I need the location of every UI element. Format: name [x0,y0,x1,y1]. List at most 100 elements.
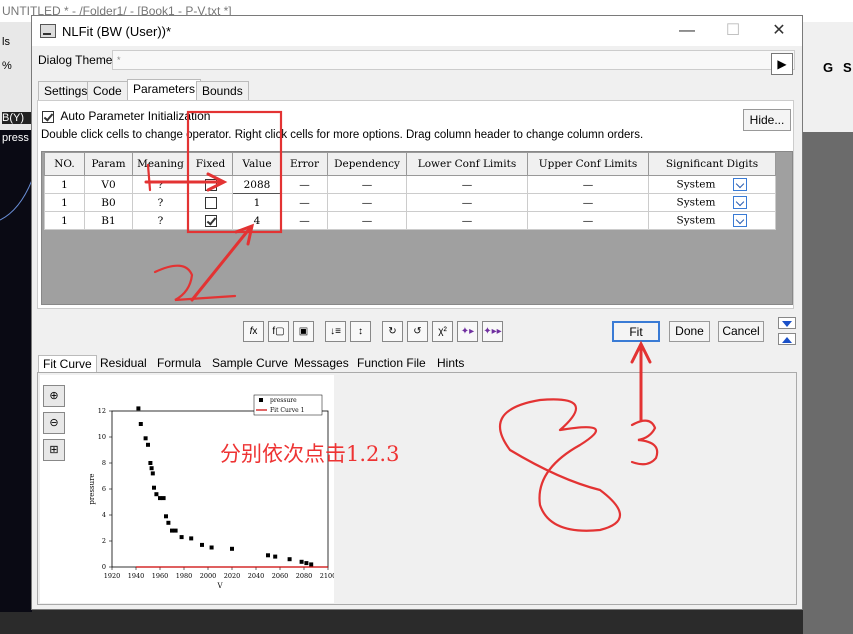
background-dark-area [803,132,853,634]
instructions-text: Double click cells to change operator. R… [41,129,644,141]
col-header-value[interactable]: Value [232,152,282,176]
legend-marker-pressure [259,398,263,402]
nlfit-dialog: NLFit (BW (User))* — ☐ ✕ Dialog Theme * … [31,15,803,610]
cell-dependency[interactable]: — [327,211,407,230]
y-axis-label: pressure [88,473,96,504]
cancel-button[interactable]: Cancel [718,321,764,342]
cell-meaning[interactable]: ? [132,211,189,230]
cell-error[interactable]: — [281,211,328,230]
cell-upper-conf[interactable]: — [527,193,649,212]
table-header-row: NO. Param Meaning Fixed Value Error Depe… [44,152,776,176]
sort-up-icon[interactable]: ↕ [350,321,371,342]
col-header-fixed[interactable]: Fixed [188,152,233,176]
cell-no[interactable]: 1 [44,193,85,212]
data-point [166,520,171,525]
cell-param[interactable]: B1 [84,211,133,230]
cell-lower-conf[interactable]: — [406,175,528,194]
fit-until-converge-icon[interactable]: ✦▸▸ [482,321,503,342]
fixed-checkbox[interactable] [204,214,217,227]
parameters-panel: Auto Parameter Initialization Double cli… [37,100,794,309]
iterate-back-icon[interactable]: ↻ [382,321,403,342]
chevron-down-icon[interactable] [733,214,748,227]
legend-label-fit: Fit Curve 1 [270,407,304,414]
dialog-titlebar: NLFit (BW (User))* — ☐ ✕ [32,16,802,46]
col-header-lower-conf[interactable]: Lower Conf Limits [406,152,528,176]
tab-fit-curve[interactable]: Fit Curve [38,355,97,373]
cell-fixed[interactable] [188,175,233,194]
cell-error[interactable]: — [281,175,328,194]
data-point [143,436,148,441]
cell-param[interactable]: B0 [84,193,133,212]
cell-value[interactable]: 1 [232,193,282,212]
cell-param[interactable]: V0 [84,175,133,194]
fx-icon[interactable]: fx [243,321,264,342]
cell-significant-digits[interactable]: System [648,211,776,230]
cell-fixed[interactable] [188,193,233,212]
tab-bounds[interactable]: Bounds [196,81,249,100]
tab-messages[interactable]: Messages [290,355,353,372]
cell-lower-conf[interactable]: — [406,211,528,230]
x-tick-label: 1940 [128,572,145,580]
y-tick-label: 2 [102,537,106,545]
fx-file-icon[interactable]: f▢ [268,321,289,342]
maximize-button[interactable]: ☐ [710,16,756,46]
tab-settings[interactable]: Settings [38,81,94,100]
tab-function-file[interactable]: Function File [353,355,430,372]
cell-significant-digits[interactable]: System [648,175,776,194]
hide-button[interactable]: Hide... [743,109,791,131]
chevron-down-icon[interactable] [733,178,748,191]
fixed-checkbox[interactable] [204,196,217,209]
auto-init-checkbox[interactable] [42,110,54,123]
step-icon[interactable]: ✦▸ [457,321,478,342]
cell-meaning[interactable]: ? [132,175,189,194]
cell-meaning[interactable]: ? [132,193,189,212]
cell-dependency[interactable]: — [327,175,407,194]
col-header-significant-digits[interactable]: Significant Digits [648,152,776,176]
triangle-down-icon [782,321,792,327]
col-header-dependency[interactable]: Dependency [327,152,407,176]
close-button[interactable]: ✕ [756,16,802,46]
zoom-out-icon[interactable]: ⊖ [43,412,65,434]
tab-residual[interactable]: Residual [96,355,151,372]
sort-down-icon[interactable]: ↓≡ [325,321,346,342]
minimize-button[interactable]: — [664,16,710,46]
cell-value[interactable]: 4 [232,211,282,230]
collapse-down-button[interactable] [778,317,796,329]
dialog-theme-select[interactable]: * [112,50,795,70]
col-header-upper-conf[interactable]: Upper Conf Limits [527,152,649,176]
tab-sample-curve[interactable]: Sample Curve [208,355,292,372]
auto-init-row[interactable]: Auto Parameter Initialization [42,109,210,123]
save-icon[interactable]: ▣ [293,321,314,342]
chi-square-icon[interactable]: χ² [432,321,453,342]
bg-letter: G [823,60,834,75]
cell-upper-conf[interactable]: — [527,211,649,230]
cell-error[interactable]: — [281,193,328,212]
cell-value[interactable]: 2088 [232,175,282,194]
rescale-icon[interactable]: ⊞ [43,439,65,461]
cell-no[interactable]: 1 [44,211,85,230]
cell-lower-conf[interactable]: — [406,193,528,212]
col-header-param[interactable]: Param [84,152,133,176]
tab-formula[interactable]: Formula [153,355,205,372]
tab-hints[interactable]: Hints [433,355,468,372]
tab-parameters[interactable]: Parameters [127,79,202,100]
tab-code[interactable]: Code [87,81,128,100]
collapse-up-button[interactable] [778,333,796,345]
col-header-error[interactable]: Error [281,152,328,176]
col-header-no[interactable]: NO. [44,152,85,176]
fit-button[interactable]: Fit [612,321,660,342]
fixed-checkbox[interactable] [204,178,217,191]
table-row: 1 B1 ? 4 — — — — System [44,211,776,230]
cell-fixed[interactable] [188,211,233,230]
cell-significant-digits[interactable]: System [648,193,776,212]
col-header-meaning[interactable]: Meaning [132,152,189,176]
cell-no[interactable]: 1 [44,175,85,194]
zoom-in-icon[interactable]: ⊕ [43,385,65,407]
done-button[interactable]: Done [669,321,710,342]
triangle-up-icon [782,337,792,343]
iterate-s-icon[interactable]: ↺ [407,321,428,342]
chevron-down-icon[interactable] [733,196,748,209]
cell-upper-conf[interactable]: — [527,175,649,194]
theme-menu-arrow-button[interactable]: ▶ [771,53,793,75]
cell-dependency[interactable]: — [327,193,407,212]
